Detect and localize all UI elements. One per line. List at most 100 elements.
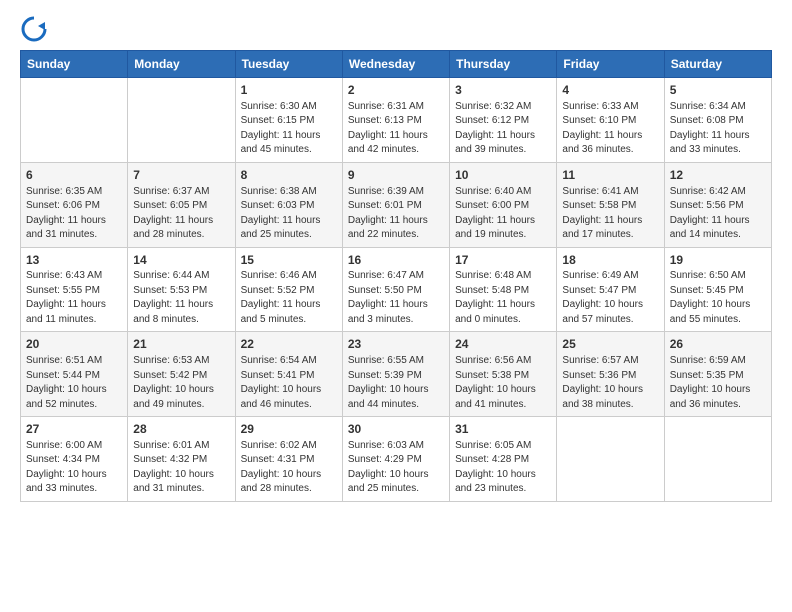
day-number: 20: [26, 336, 122, 353]
table-row: 9Sunrise: 6:39 AM Sunset: 6:01 PM Daylig…: [342, 162, 449, 247]
table-row: 25Sunrise: 6:57 AM Sunset: 5:36 PM Dayli…: [557, 332, 664, 417]
day-number: 28: [133, 421, 229, 438]
day-number: 9: [348, 167, 444, 184]
day-number: 14: [133, 252, 229, 269]
day-info: Sunrise: 6:50 AM Sunset: 5:45 PM Dayligh…: [670, 269, 766, 327]
day-number: 18: [562, 252, 658, 269]
day-info: Sunrise: 6:38 AM Sunset: 6:03 PM Dayligh…: [241, 185, 337, 243]
day-number: 15: [241, 252, 337, 269]
table-row: [128, 78, 235, 163]
table-row: 3Sunrise: 6:32 AM Sunset: 6:12 PM Daylig…: [450, 78, 557, 163]
day-info: Sunrise: 6:53 AM Sunset: 5:42 PM Dayligh…: [133, 354, 229, 412]
col-tuesday: Tuesday: [235, 51, 342, 78]
day-number: 3: [455, 82, 551, 99]
day-number: 17: [455, 252, 551, 269]
day-number: 4: [562, 82, 658, 99]
table-row: 8Sunrise: 6:38 AM Sunset: 6:03 PM Daylig…: [235, 162, 342, 247]
day-number: 22: [241, 336, 337, 353]
logo-icon: [20, 14, 48, 42]
calendar-week-row: 27Sunrise: 6:00 AM Sunset: 4:34 PM Dayli…: [21, 417, 772, 502]
day-number: 6: [26, 167, 122, 184]
day-number: 29: [241, 421, 337, 438]
day-info: Sunrise: 6:57 AM Sunset: 5:36 PM Dayligh…: [562, 354, 658, 412]
table-row: 22Sunrise: 6:54 AM Sunset: 5:41 PM Dayli…: [235, 332, 342, 417]
table-row: 11Sunrise: 6:41 AM Sunset: 5:58 PM Dayli…: [557, 162, 664, 247]
table-row: 27Sunrise: 6:00 AM Sunset: 4:34 PM Dayli…: [21, 417, 128, 502]
logo: [20, 14, 52, 42]
day-number: 21: [133, 336, 229, 353]
table-row: 16Sunrise: 6:47 AM Sunset: 5:50 PM Dayli…: [342, 247, 449, 332]
table-row: 20Sunrise: 6:51 AM Sunset: 5:44 PM Dayli…: [21, 332, 128, 417]
header: [0, 0, 792, 50]
table-row: 1Sunrise: 6:30 AM Sunset: 6:15 PM Daylig…: [235, 78, 342, 163]
day-info: Sunrise: 6:37 AM Sunset: 6:05 PM Dayligh…: [133, 185, 229, 243]
day-info: Sunrise: 6:02 AM Sunset: 4:31 PM Dayligh…: [241, 439, 337, 497]
table-row: 7Sunrise: 6:37 AM Sunset: 6:05 PM Daylig…: [128, 162, 235, 247]
calendar-week-row: 1Sunrise: 6:30 AM Sunset: 6:15 PM Daylig…: [21, 78, 772, 163]
day-number: 11: [562, 167, 658, 184]
day-number: 27: [26, 421, 122, 438]
day-number: 12: [670, 167, 766, 184]
table-row: 24Sunrise: 6:56 AM Sunset: 5:38 PM Dayli…: [450, 332, 557, 417]
col-friday: Friday: [557, 51, 664, 78]
col-wednesday: Wednesday: [342, 51, 449, 78]
table-row: 5Sunrise: 6:34 AM Sunset: 6:08 PM Daylig…: [664, 78, 771, 163]
day-info: Sunrise: 6:32 AM Sunset: 6:12 PM Dayligh…: [455, 100, 551, 158]
day-info: Sunrise: 6:44 AM Sunset: 5:53 PM Dayligh…: [133, 269, 229, 327]
table-row: 30Sunrise: 6:03 AM Sunset: 4:29 PM Dayli…: [342, 417, 449, 502]
day-number: 24: [455, 336, 551, 353]
day-number: 10: [455, 167, 551, 184]
day-info: Sunrise: 6:56 AM Sunset: 5:38 PM Dayligh…: [455, 354, 551, 412]
day-info: Sunrise: 6:39 AM Sunset: 6:01 PM Dayligh…: [348, 185, 444, 243]
day-number: 31: [455, 421, 551, 438]
day-info: Sunrise: 6:41 AM Sunset: 5:58 PM Dayligh…: [562, 185, 658, 243]
day-info: Sunrise: 6:43 AM Sunset: 5:55 PM Dayligh…: [26, 269, 122, 327]
day-number: 7: [133, 167, 229, 184]
table-row: 6Sunrise: 6:35 AM Sunset: 6:06 PM Daylig…: [21, 162, 128, 247]
day-info: Sunrise: 6:51 AM Sunset: 5:44 PM Dayligh…: [26, 354, 122, 412]
col-saturday: Saturday: [664, 51, 771, 78]
table-row: [664, 417, 771, 502]
day-info: Sunrise: 6:40 AM Sunset: 6:00 PM Dayligh…: [455, 185, 551, 243]
table-row: 12Sunrise: 6:42 AM Sunset: 5:56 PM Dayli…: [664, 162, 771, 247]
day-number: 16: [348, 252, 444, 269]
calendar-header-row: Sunday Monday Tuesday Wednesday Thursday…: [21, 51, 772, 78]
day-number: 5: [670, 82, 766, 99]
table-row: 28Sunrise: 6:01 AM Sunset: 4:32 PM Dayli…: [128, 417, 235, 502]
day-info: Sunrise: 6:59 AM Sunset: 5:35 PM Dayligh…: [670, 354, 766, 412]
table-row: 26Sunrise: 6:59 AM Sunset: 5:35 PM Dayli…: [664, 332, 771, 417]
day-number: 25: [562, 336, 658, 353]
table-row: 31Sunrise: 6:05 AM Sunset: 4:28 PM Dayli…: [450, 417, 557, 502]
day-info: Sunrise: 6:55 AM Sunset: 5:39 PM Dayligh…: [348, 354, 444, 412]
table-row: [557, 417, 664, 502]
day-info: Sunrise: 6:30 AM Sunset: 6:15 PM Dayligh…: [241, 100, 337, 158]
table-row: [21, 78, 128, 163]
day-number: 8: [241, 167, 337, 184]
table-row: 15Sunrise: 6:46 AM Sunset: 5:52 PM Dayli…: [235, 247, 342, 332]
col-sunday: Sunday: [21, 51, 128, 78]
day-info: Sunrise: 6:34 AM Sunset: 6:08 PM Dayligh…: [670, 100, 766, 158]
day-info: Sunrise: 6:03 AM Sunset: 4:29 PM Dayligh…: [348, 439, 444, 497]
table-row: 13Sunrise: 6:43 AM Sunset: 5:55 PM Dayli…: [21, 247, 128, 332]
col-monday: Monday: [128, 51, 235, 78]
table-row: 23Sunrise: 6:55 AM Sunset: 5:39 PM Dayli…: [342, 332, 449, 417]
calendar-week-row: 13Sunrise: 6:43 AM Sunset: 5:55 PM Dayli…: [21, 247, 772, 332]
table-row: 4Sunrise: 6:33 AM Sunset: 6:10 PM Daylig…: [557, 78, 664, 163]
col-thursday: Thursday: [450, 51, 557, 78]
day-info: Sunrise: 6:00 AM Sunset: 4:34 PM Dayligh…: [26, 439, 122, 497]
day-number: 2: [348, 82, 444, 99]
day-info: Sunrise: 6:35 AM Sunset: 6:06 PM Dayligh…: [26, 185, 122, 243]
day-info: Sunrise: 6:48 AM Sunset: 5:48 PM Dayligh…: [455, 269, 551, 327]
calendar-week-row: 20Sunrise: 6:51 AM Sunset: 5:44 PM Dayli…: [21, 332, 772, 417]
day-number: 23: [348, 336, 444, 353]
table-row: 14Sunrise: 6:44 AM Sunset: 5:53 PM Dayli…: [128, 247, 235, 332]
day-info: Sunrise: 6:46 AM Sunset: 5:52 PM Dayligh…: [241, 269, 337, 327]
day-number: 26: [670, 336, 766, 353]
day-number: 1: [241, 82, 337, 99]
table-row: 29Sunrise: 6:02 AM Sunset: 4:31 PM Dayli…: [235, 417, 342, 502]
page: Sunday Monday Tuesday Wednesday Thursday…: [0, 0, 792, 612]
day-number: 13: [26, 252, 122, 269]
table-row: 19Sunrise: 6:50 AM Sunset: 5:45 PM Dayli…: [664, 247, 771, 332]
table-row: 2Sunrise: 6:31 AM Sunset: 6:13 PM Daylig…: [342, 78, 449, 163]
day-info: Sunrise: 6:05 AM Sunset: 4:28 PM Dayligh…: [455, 439, 551, 497]
